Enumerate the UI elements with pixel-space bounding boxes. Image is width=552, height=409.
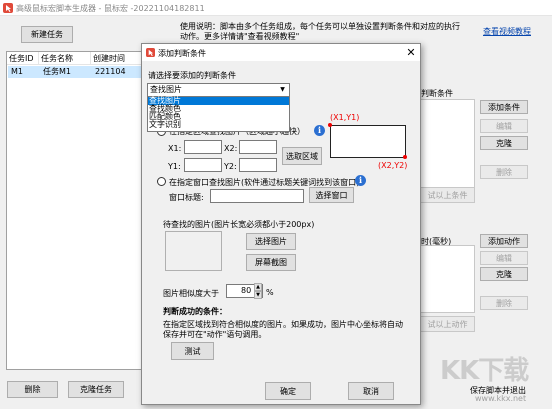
window-title: 高级鼠标宏脚本生成器 - 鼠标宏 -20221104182811 bbox=[16, 4, 205, 13]
y1-label: Y1: bbox=[168, 162, 181, 171]
clone-task-button[interactable]: 克隆任务 bbox=[68, 381, 124, 398]
x1-input[interactable] bbox=[184, 140, 222, 154]
condition-type-dropdown[interactable]: 查找图片 查找颜色 匹配颜色 文字识别 bbox=[147, 96, 290, 132]
close-icon[interactable]: ✕ bbox=[403, 45, 419, 60]
y1-input[interactable] bbox=[184, 158, 222, 172]
info-icon[interactable]: i bbox=[314, 125, 325, 136]
cell-created-time: 221104 18:28: bbox=[95, 67, 126, 76]
window-title-input[interactable] bbox=[210, 189, 304, 203]
preview-top-left-label: (X1,Y1) bbox=[330, 113, 360, 122]
success-title: 判断成功的条件： bbox=[163, 307, 227, 316]
task-list[interactable]: 任务ID 任务名称 创建时间 M1 任务M1 221104 18:28: bbox=[6, 51, 144, 370]
image-section-label: 待查找的图片(图片长宽必须都小于200px) bbox=[163, 220, 315, 229]
window-title-label: 窗口标题: bbox=[169, 193, 204, 202]
dialog-app-icon bbox=[146, 48, 155, 57]
chevron-down-icon[interactable]: ▼ bbox=[278, 85, 287, 95]
clone-action-button[interactable]: 克隆 bbox=[480, 267, 528, 281]
y2-input[interactable] bbox=[239, 158, 277, 172]
percent-sign: % bbox=[266, 288, 274, 297]
cell-task-id: M1 bbox=[11, 67, 23, 76]
select-window-button[interactable]: 选择窗口 bbox=[309, 187, 354, 203]
ok-button[interactable]: 确定 bbox=[265, 382, 311, 400]
bottom-right-marker bbox=[403, 155, 407, 159]
dropdown-option-ocr[interactable]: 文字识别 bbox=[148, 121, 289, 129]
top-left-marker bbox=[328, 123, 332, 127]
dialog-title: 添加判断条件 bbox=[158, 49, 206, 58]
success-desc-line-2: 保存并可在"动作"语句调用。 bbox=[163, 330, 267, 339]
new-task-button[interactable]: 新建任务 bbox=[21, 26, 73, 43]
select-image-button[interactable]: 选择图片 bbox=[246, 233, 296, 250]
column-header-task-id[interactable]: 任务ID bbox=[7, 52, 39, 65]
clone-condition-button[interactable]: 克隆 bbox=[480, 136, 528, 150]
window-titlebar: 高级鼠标宏脚本生成器 - 鼠标宏 -20221104182811 bbox=[0, 0, 552, 16]
x2-input[interactable] bbox=[239, 140, 277, 154]
delete-task-button[interactable]: 删除 bbox=[7, 381, 58, 398]
tutorial-link[interactable]: 查看视频教程 bbox=[483, 26, 531, 37]
stepper-up-icon[interactable]: ▲ bbox=[254, 283, 262, 291]
edit-action-button[interactable]: 编辑 bbox=[480, 251, 528, 265]
similarity-label: 图片相似度大于 bbox=[163, 289, 219, 298]
actions-list[interactable] bbox=[415, 245, 475, 313]
delete-action-button[interactable]: 删除 bbox=[480, 296, 528, 310]
add-condition-dialog: 添加判断条件 ✕ 请选择要添加的判断条件 在指定区域查找图片（区域越小越快） i… bbox=[141, 43, 421, 405]
column-header-task-name[interactable]: 任务名称 bbox=[39, 52, 91, 65]
conditions-header: 判断条件 bbox=[421, 89, 453, 98]
conditions-list[interactable] bbox=[415, 99, 475, 201]
test-button[interactable]: 测试 bbox=[171, 342, 214, 360]
region-preview bbox=[328, 123, 407, 159]
info-icon[interactable]: i bbox=[355, 175, 366, 186]
screenshot-button[interactable]: 屏幕截图 bbox=[246, 254, 296, 271]
dialog-titlebar: 添加判断条件 ✕ bbox=[142, 44, 420, 61]
app-icon bbox=[3, 3, 13, 13]
condition-type-prompt: 请选择要添加的判断条件 bbox=[148, 71, 236, 80]
add-condition-button[interactable]: 添加条件 bbox=[480, 100, 528, 114]
test-conditions-button[interactable]: 试以上条件 bbox=[420, 187, 475, 203]
cancel-button[interactable]: 取消 bbox=[348, 382, 394, 400]
column-header-created-time[interactable]: 创建时间 bbox=[91, 52, 144, 65]
watermark-logo: KK下载 bbox=[440, 356, 529, 386]
condition-type-select[interactable]: 查找图片 ▼ bbox=[147, 83, 290, 97]
image-preview-box bbox=[165, 231, 222, 271]
watermark-url: www.kkx.net bbox=[475, 394, 527, 403]
radio-window[interactable] bbox=[157, 177, 166, 186]
preview-bottom-right-label: (X2,Y2) bbox=[378, 161, 408, 170]
edit-condition-button[interactable]: 编辑 bbox=[480, 119, 528, 133]
stepper-down-icon[interactable]: ▼ bbox=[254, 291, 262, 299]
y2-label: Y2: bbox=[224, 162, 237, 171]
x1-label: X1: bbox=[168, 144, 182, 153]
add-action-button[interactable]: 添加动作 bbox=[480, 234, 528, 248]
actions-header: 时(毫秒) bbox=[421, 237, 452, 246]
instructions-line-2: 动作。更多详情请"查看视频教程" bbox=[180, 32, 300, 41]
x2-label: X2: bbox=[224, 144, 238, 153]
cell-task-name: 任务M1 bbox=[43, 67, 71, 76]
select-region-button[interactable]: 选取区域 bbox=[282, 147, 322, 165]
delete-condition-button[interactable]: 删除 bbox=[480, 165, 528, 179]
test-actions-button[interactable]: 试以上动作 bbox=[420, 316, 475, 332]
condition-type-value: 查找图片 bbox=[150, 85, 182, 94]
